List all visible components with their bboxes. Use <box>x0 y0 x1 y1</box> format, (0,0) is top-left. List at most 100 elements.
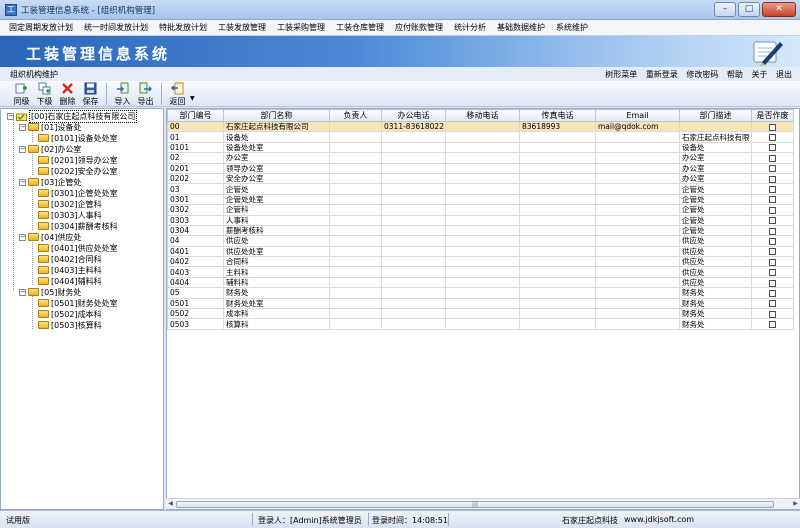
table-cell[interactable]: 02 <box>167 152 224 164</box>
table-cell[interactable] <box>445 204 520 216</box>
table-cell[interactable]: 供应处 <box>679 245 752 258</box>
table-cell[interactable] <box>329 276 382 289</box>
export-button[interactable]: 导出 <box>134 81 157 106</box>
col-header[interactable]: 办公电话 <box>381 109 446 122</box>
tree-leaf[interactable]: [0304]薪酬考核科 <box>38 221 118 231</box>
table-cell[interactable]: 00 <box>167 120 224 133</box>
table-cell[interactable]: 设备处 <box>223 131 330 143</box>
table-cell[interactable] <box>519 193 596 206</box>
table-cell[interactable] <box>445 141 520 154</box>
col-header[interactable]: Email <box>595 109 680 122</box>
table-cell[interactable] <box>595 193 680 206</box>
table-cell[interactable]: 辅料科 <box>223 276 330 289</box>
table-cell[interactable] <box>445 276 520 289</box>
obsolete-checkbox[interactable] <box>769 258 776 266</box>
table-cell[interactable] <box>445 256 520 268</box>
link-about[interactable]: 关于 <box>751 70 767 79</box>
table-cell[interactable]: 0301 <box>167 193 224 206</box>
save-button[interactable]: 保存 <box>79 81 102 106</box>
table-cell[interactable]: 合同科 <box>223 256 330 268</box>
back-button[interactable]: 返回 <box>166 81 189 106</box>
tree-leaf[interactable]: [0402]合同科 <box>38 254 102 264</box>
table-cell[interactable] <box>595 131 680 143</box>
menu-statistics[interactable]: 统计分析 <box>449 22 492 33</box>
table-cell[interactable] <box>381 245 446 258</box>
table-cell[interactable]: 企管科 <box>223 204 330 216</box>
table-cell[interactable]: 0303 <box>167 214 224 226</box>
link-help[interactable]: 帮助 <box>727 70 743 79</box>
menu-special-approval[interactable]: 特批发放计划 <box>154 22 213 33</box>
table-cell[interactable] <box>329 245 382 258</box>
col-header[interactable]: 移动电话 <box>445 109 520 122</box>
tree-group[interactable]: − [03]企管处 <box>19 177 81 187</box>
scroll-right-icon[interactable]: ▶ <box>791 500 800 509</box>
table-cell[interactable] <box>329 193 382 206</box>
tree-leaf[interactable]: [0501]财务处处室 <box>38 298 118 308</box>
table-cell[interactable] <box>519 297 596 310</box>
table-cell[interactable]: 薪酬考核科 <box>223 224 330 237</box>
tree-leaf[interactable]: [0301]企管处处室 <box>38 188 118 198</box>
menu-fixed-cycle[interactable]: 固定周期发放计划 <box>4 22 79 33</box>
tree-leaf[interactable]: [0404]辅料科 <box>38 276 102 286</box>
table-cell[interactable] <box>595 308 680 320</box>
tree-leaf[interactable]: [0101]设备处处室 <box>38 133 118 143</box>
table-cell[interactable] <box>381 204 446 216</box>
table-cell[interactable] <box>519 276 596 289</box>
table-cell[interactable]: 安全办公室 <box>223 172 330 185</box>
collapse-toggle[interactable]: − <box>19 233 26 241</box>
table-row[interactable]: 04 供应处 供应处 <box>167 235 794 247</box>
table-row[interactable]: 0401 供应处处室 供应处 <box>167 245 794 258</box>
obsolete-checkbox[interactable] <box>769 227 776 235</box>
table-cell[interactable] <box>519 141 596 154</box>
table-cell[interactable]: 企管处 <box>223 183 330 195</box>
table-cell[interactable] <box>595 183 680 195</box>
tree-group[interactable]: − [02]办公室 <box>19 144 81 154</box>
table-cell[interactable] <box>595 224 680 237</box>
table-cell[interactable] <box>519 245 596 258</box>
table-row[interactable]: 0503 核算科 财务处 <box>167 318 794 330</box>
table-cell[interactable] <box>519 131 596 143</box>
table-cell[interactable]: 0502 <box>167 308 224 320</box>
table-cell[interactable] <box>595 152 680 164</box>
table-cell[interactable] <box>381 183 446 195</box>
back-dropdown-icon[interactable]: ▼ <box>190 95 195 102</box>
table-cell[interactable]: 财务处 <box>223 287 330 299</box>
obsolete-checkbox[interactable] <box>769 300 776 308</box>
table-cell[interactable] <box>445 266 520 278</box>
table-cell[interactable] <box>595 245 680 258</box>
table-cell[interactable]: 财务处 <box>679 287 752 299</box>
obsolete-checkbox[interactable] <box>769 144 776 152</box>
table-cell[interactable] <box>445 297 520 310</box>
table-cell[interactable] <box>519 183 596 195</box>
table-cell[interactable]: 01 <box>167 131 224 143</box>
table-cell[interactable] <box>445 152 520 164</box>
table-cell[interactable]: 办公室 <box>223 152 330 164</box>
sub-level-button[interactable]: 下级 <box>33 81 56 106</box>
tree-group[interactable]: − [05]财务处 <box>19 287 81 297</box>
scroll-left-icon[interactable]: ◀ <box>166 500 175 509</box>
table-cell[interactable] <box>445 172 520 185</box>
same-level-button[interactable]: 同级 <box>10 81 33 106</box>
link-tree-menu[interactable]: 树形菜单 <box>605 70 637 79</box>
table-cell[interactable] <box>381 152 446 164</box>
col-header[interactable]: 传真电话 <box>519 109 596 122</box>
link-change-password[interactable]: 修改密码 <box>686 70 718 79</box>
table-cell[interactable] <box>329 287 382 299</box>
table-cell[interactable] <box>595 214 680 226</box>
table-cell[interactable] <box>381 214 446 226</box>
table-row[interactable]: 0303 人事科 企管处 <box>167 214 794 226</box>
table-row[interactable]: 0201 领导办公室 办公室 <box>167 162 794 174</box>
menu-basic-data[interactable]: 基础数据维护 <box>492 22 551 33</box>
table-cell[interactable] <box>381 224 446 237</box>
table-cell[interactable]: 05 <box>167 287 224 299</box>
table-cell[interactable] <box>329 131 382 143</box>
table-cell[interactable] <box>381 287 446 299</box>
table-cell[interactable] <box>519 287 596 299</box>
table-cell[interactable]: 办公室 <box>679 172 752 185</box>
table-row[interactable]: 00 石家庄起点科技有限公司 0311-83618022 83618993 mail@q… <box>167 120 794 133</box>
table-cell[interactable] <box>445 235 520 247</box>
table-cell[interactable] <box>595 141 680 154</box>
table-row[interactable]: 03 企管处 企管处 <box>167 183 794 195</box>
table-cell[interactable]: 0302 <box>167 204 224 216</box>
obsolete-checkbox[interactable] <box>769 186 776 194</box>
